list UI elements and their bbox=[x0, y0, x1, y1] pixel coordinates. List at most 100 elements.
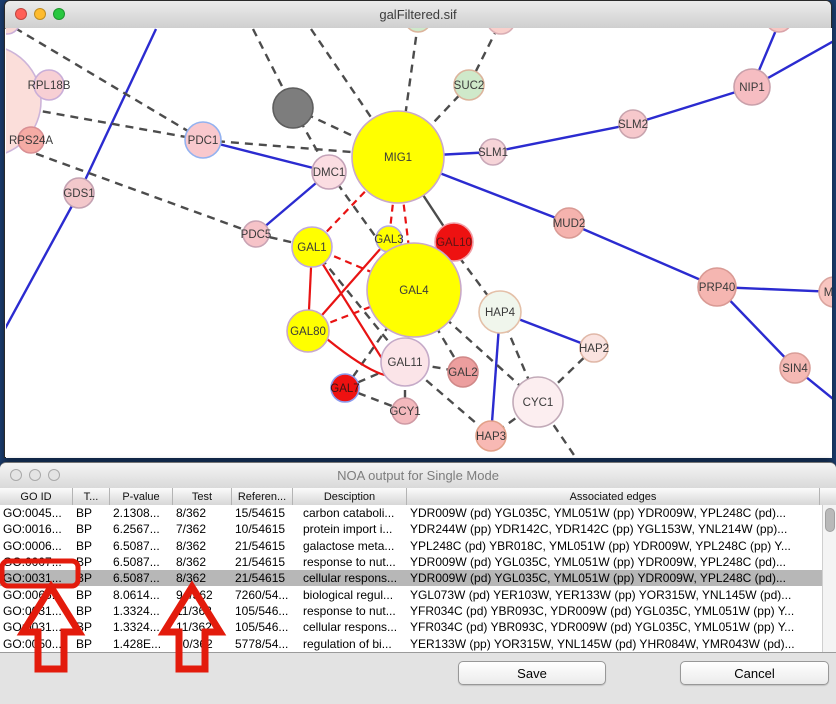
table-row-9[interactable]: GO:0050...BP1.428E...80/3625778/54...reg… bbox=[0, 635, 822, 651]
cell: BP bbox=[73, 521, 110, 537]
table-row-7[interactable]: GO:0031...BP1.3324...11/362105/546...res… bbox=[0, 603, 822, 619]
node-label-RPS24A: RPS24A bbox=[9, 135, 53, 147]
cell: YGL073W (pd) YER103W, YER133W (pp) YOR31… bbox=[407, 586, 820, 602]
node-label-GDS1: GDS1 bbox=[63, 188, 94, 200]
cell: 8/362 bbox=[173, 570, 232, 586]
cell: GO:0031... bbox=[0, 619, 73, 635]
column-header-associated-edges[interactable]: Associated edges bbox=[407, 488, 820, 505]
node-label-SLM1: SLM1 bbox=[478, 147, 508, 159]
traffic-lights bbox=[15, 8, 65, 20]
cell: 21/54615 bbox=[232, 570, 293, 586]
noa-output-window: NOA output for Single Mode GO IDT...P-va… bbox=[0, 462, 836, 704]
cancel-button[interactable]: Cancel bbox=[680, 661, 829, 685]
edge-blue[interactable] bbox=[6, 193, 79, 336]
edge-blue[interactable] bbox=[79, 29, 156, 193]
cell: BP bbox=[73, 603, 110, 619]
button-bar: Save Cancel bbox=[0, 652, 836, 704]
table-header-row: GO IDT...P-valueTestReferen...Desciption… bbox=[0, 488, 836, 506]
cell: GO:0031... bbox=[0, 603, 73, 619]
node-label-HAP4: HAP4 bbox=[485, 307, 516, 319]
node-label-GAL2: GAL2 bbox=[448, 367, 477, 379]
node-label-CYC1: CYC1 bbox=[523, 397, 554, 409]
cell: 7260/54... bbox=[232, 586, 293, 602]
cell: 7/362 bbox=[173, 521, 232, 537]
node-top-pink-cut[interactable] bbox=[487, 28, 515, 34]
cell: BP bbox=[73, 635, 110, 651]
table-row-4[interactable]: GO:0007...BP6.5087...8/36221/54615respon… bbox=[0, 554, 822, 570]
node-label-MUD2: MUD2 bbox=[553, 218, 586, 230]
cell: response to nut... bbox=[293, 603, 407, 619]
cell: GO:0045... bbox=[0, 505, 73, 521]
cell: YDR009W (pd) YGL035C, YML051W (pp) YDR00… bbox=[407, 570, 820, 586]
column-header-p-value[interactable]: P-value bbox=[110, 488, 173, 505]
cell: YFR034C (pd) YBR093C, YDR009W (pd) YGL03… bbox=[407, 619, 820, 635]
node-label-HAP2: HAP2 bbox=[579, 343, 609, 355]
node-top-green-cut[interactable] bbox=[405, 28, 431, 32]
node-label-RPL18B: RPL18B bbox=[28, 80, 71, 92]
node-label-SUC2: SUC2 bbox=[454, 80, 485, 92]
cell: YPL248C (pd) YBR018C, YML051W (pp) YDR00… bbox=[407, 538, 820, 554]
cell: 8/362 bbox=[173, 538, 232, 554]
node-gray-node[interactable] bbox=[273, 88, 313, 128]
cell: cellular respons... bbox=[293, 619, 407, 635]
cell: BP bbox=[73, 538, 110, 554]
node-label-NIP1: NIP1 bbox=[739, 82, 765, 94]
minimize-icon[interactable] bbox=[29, 469, 41, 481]
results-table: GO IDT...P-valueTestReferen...Desciption… bbox=[0, 488, 836, 652]
column-header-t-[interactable]: T... bbox=[73, 488, 110, 505]
cell: 1.428E... bbox=[110, 635, 173, 651]
node-label-GCY1: GCY1 bbox=[389, 406, 420, 418]
node-label-GAL3: GAL3 bbox=[374, 234, 403, 246]
scrollbar-thumb[interactable] bbox=[825, 508, 835, 532]
network-window: galFiltered.sif RPL18BRPS24AGDS1PDC1PDC5… bbox=[4, 0, 832, 458]
network-graph: RPL18BRPS24AGDS1PDC1PDC5MIG1DMC1SUC2SLM1… bbox=[6, 28, 832, 458]
cell: 105/546... bbox=[232, 603, 293, 619]
close-icon[interactable] bbox=[15, 8, 27, 20]
network-canvas[interactable]: RPL18BRPS24AGDS1PDC1PDC5MIG1DMC1SUC2SLM1… bbox=[6, 28, 832, 458]
cell: BP bbox=[73, 570, 110, 586]
table-row-2[interactable]: GO:0016...BP6.2567...7/36210/54615protei… bbox=[0, 521, 822, 537]
cell: 15/54615 bbox=[232, 505, 293, 521]
cell: GO:0050... bbox=[0, 635, 73, 651]
cell: GO:0006... bbox=[0, 538, 73, 554]
node-label-GAL1: GAL1 bbox=[297, 242, 326, 254]
table-row-8[interactable]: GO:0031...BP1.3324...11/362105/546...cel… bbox=[0, 619, 822, 635]
edge-dash[interactable] bbox=[23, 149, 256, 234]
cell: galactose meta... bbox=[293, 538, 407, 554]
cell: cellular respons... bbox=[293, 570, 407, 586]
column-header-referen-[interactable]: Referen... bbox=[232, 488, 293, 505]
cell: YDR009W (pd) YGL035C, YML051W (pp) YDR00… bbox=[407, 505, 820, 521]
vertical-scrollbar[interactable] bbox=[822, 505, 836, 652]
cell: 94/362 bbox=[173, 586, 232, 602]
cell: YER133W (pp) YOR315W, YNL145W (pd) YHR08… bbox=[407, 635, 820, 651]
column-header-go-id[interactable]: GO ID bbox=[0, 488, 73, 505]
edge-blue[interactable] bbox=[569, 223, 717, 287]
cell: 8.0614... bbox=[110, 586, 173, 602]
table-row-6[interactable]: GO:0065...BP8.0614...94/3627260/54...bio… bbox=[0, 586, 822, 602]
cell: 6.5087... bbox=[110, 554, 173, 570]
zoom-icon[interactable] bbox=[48, 469, 60, 481]
node-label-HAP3: HAP3 bbox=[476, 431, 506, 443]
cell: YDR244W (pp) YDR142C, YDR142C (pp) YGL15… bbox=[407, 521, 820, 537]
node-label-GAL80: GAL80 bbox=[290, 326, 326, 338]
table-row-3[interactable]: GO:0006...BP6.5087...8/36221/54615galact… bbox=[0, 538, 822, 554]
minimize-icon[interactable] bbox=[34, 8, 46, 20]
node-label-DMC1: DMC1 bbox=[313, 167, 346, 179]
table-row-1[interactable]: GO:0045...BP2.1308...8/36215/54615carbon… bbox=[0, 505, 822, 521]
network-window-titlebar[interactable]: galFiltered.sif bbox=[5, 1, 831, 29]
save-button[interactable]: Save bbox=[458, 661, 606, 685]
zoom-icon[interactable] bbox=[53, 8, 65, 20]
cell: 6.5087... bbox=[110, 570, 173, 586]
column-header-desciption[interactable]: Desciption bbox=[293, 488, 407, 505]
noa-window-title: NOA output for Single Mode bbox=[337, 468, 499, 483]
cell: BP bbox=[73, 619, 110, 635]
cell: protein import i... bbox=[293, 521, 407, 537]
node-nip1-neighbor-cut[interactable] bbox=[766, 28, 792, 32]
edge-blue[interactable] bbox=[493, 124, 633, 152]
cell: 21/54615 bbox=[232, 538, 293, 554]
column-header-test[interactable]: Test bbox=[173, 488, 232, 505]
noa-window-titlebar[interactable]: NOA output for Single Mode bbox=[0, 463, 836, 489]
table-row-5[interactable]: GO:0031...BP6.5087...8/36221/54615cellul… bbox=[0, 570, 822, 586]
close-icon[interactable] bbox=[10, 469, 22, 481]
node-label-GAL7: GAL7 bbox=[330, 383, 359, 395]
